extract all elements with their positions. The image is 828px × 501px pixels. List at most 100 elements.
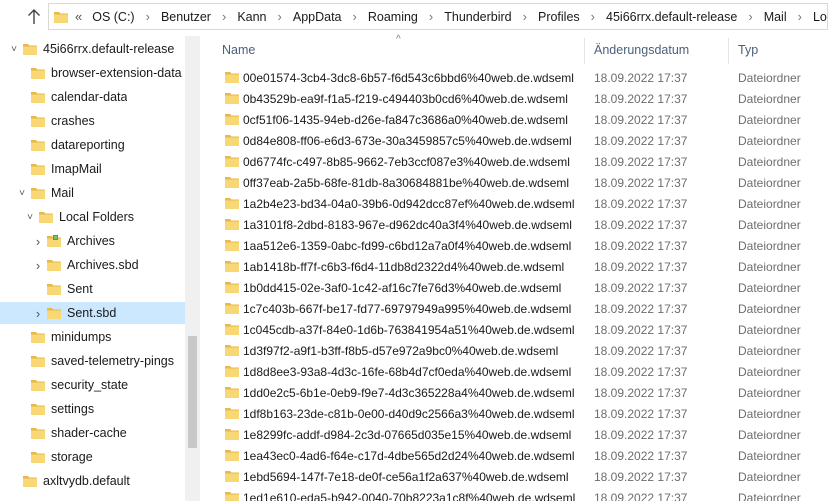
tree-item[interactable]: minidumps — [0, 326, 185, 348]
breadcrumb-item[interactable]: Benutzer — [157, 10, 215, 24]
column-header-type[interactable]: Typ — [738, 43, 758, 57]
chevron-right-icon[interactable]: › — [32, 254, 44, 276]
tree-item[interactable]: › Archives.sbd — [0, 254, 185, 276]
file-row[interactable]: 1e8299fc-addf-d984-2c3d-07665d035e15%40w… — [200, 424, 828, 445]
file-row[interactable]: 1aa512e6-1359-0abc-fd99-c6bd12a7a0f4%40w… — [200, 235, 828, 256]
folder-icon — [31, 188, 45, 199]
tree-item[interactable]: ˅ 45i66rrx.default-release — [0, 38, 185, 60]
tree-item-label: Archives — [67, 234, 115, 248]
address-bar[interactable]: « OS (C:) › Benutzer › Kann › AppData › Roaming ›… — [48, 3, 828, 30]
breadcrumb-item[interactable]: Roaming — [364, 10, 422, 24]
tree-item[interactable]: shader-cache — [0, 422, 185, 444]
tree-item[interactable]: settings — [0, 398, 185, 420]
tree-item[interactable]: ImapMail — [0, 158, 185, 180]
file-type: Dateiordner — [738, 385, 801, 400]
file-row[interactable]: 1ed1e610-eda5-b942-0040-70b8223a1c8f%40w… — [200, 487, 828, 501]
tree-item[interactable]: security_state — [0, 374, 185, 396]
tree-item[interactable]: Sent — [0, 278, 185, 300]
breadcrumb-overflow[interactable]: « — [75, 9, 82, 24]
tree-item-label: browser-extension-data — [51, 66, 182, 80]
chevron-right-icon[interactable]: › — [32, 302, 44, 324]
chevron-right-icon[interactable]: › — [32, 230, 44, 252]
breadcrumb-item[interactable]: Kann — [233, 10, 270, 24]
chevron-right-icon[interactable]: › — [516, 9, 534, 24]
file-row[interactable]: 0cf51f06-1435-94eb-d26e-fa847c3686a0%40w… — [200, 109, 828, 130]
breadcrumb-item[interactable]: Local Folders — [809, 10, 827, 24]
chevron-right-icon[interactable]: › — [346, 9, 364, 24]
breadcrumb-item[interactable]: Profiles — [534, 10, 584, 24]
file-type: Dateiordner — [738, 112, 801, 127]
tree-item[interactable]: ˅ Local Folders — [0, 206, 185, 228]
file-type: Dateiordner — [738, 196, 801, 211]
tree-item[interactable]: ˅ Mail — [0, 182, 185, 204]
file-row[interactable]: 1d8d8ee3-93a8-4d3c-16fe-68b4d7cf0eda%40w… — [200, 361, 828, 382]
chevron-down-icon[interactable]: ˅ — [24, 206, 36, 228]
file-row[interactable]: 1ab1418b-ff7f-c6b3-f6d4-11db8d2322d4%40w… — [200, 256, 828, 277]
file-row[interactable]: 1c045cdb-a37f-84e0-1d6b-763841954a51%40w… — [200, 319, 828, 340]
file-row[interactable]: 1a3101f8-2dbd-8183-967e-d962dc40a3f4%40w… — [200, 214, 828, 235]
folder-icon — [225, 198, 239, 209]
folder-icon — [47, 284, 61, 295]
chevron-down-icon[interactable]: ˅ — [8, 38, 20, 60]
folder-icon — [225, 450, 239, 461]
file-date: 18.09.2022 17:37 — [594, 70, 688, 85]
folder-icon — [31, 428, 45, 439]
file-row[interactable]: 1ea43ec0-4ad6-f64e-c17d-4dbe565d2d24%40w… — [200, 445, 828, 466]
folder-icon — [225, 114, 239, 125]
file-type: Dateiordner — [738, 280, 801, 295]
tree-item[interactable]: browser-extension-data — [0, 62, 185, 84]
file-row[interactable]: 1a2b4e23-bd34-04a0-39b6-0d942dcc87ef%40w… — [200, 193, 828, 214]
file-name: 1ea43ec0-4ad6-f64e-c17d-4dbe565d2d24%40w… — [243, 448, 575, 463]
breadcrumb-item[interactable]: 45i66rrx.default-release — [602, 10, 741, 24]
chevron-right-icon[interactable]: › — [791, 9, 809, 24]
column-divider[interactable] — [584, 38, 585, 64]
file-row[interactable]: 0ff37eab-2a5b-68fe-81db-8a30684881be%40w… — [200, 172, 828, 193]
chevron-down-icon[interactable]: ˅ — [16, 182, 28, 204]
file-name: 0cf51f06-1435-94eb-d26e-fa847c3686a0%40w… — [243, 112, 568, 127]
breadcrumb-item[interactable]: Thunderbird — [440, 10, 515, 24]
chevron-right-icon[interactable]: › — [215, 9, 233, 24]
folder-icon — [31, 452, 45, 463]
file-name: 1dd0e2c5-6b1e-0eb9-f9e7-4d3c365228a4%40w… — [243, 385, 575, 400]
column-divider[interactable] — [728, 38, 729, 64]
column-header-name[interactable]: Name — [222, 43, 255, 57]
tree-scrollbar-thumb[interactable] — [188, 336, 197, 448]
tree-item[interactable]: › Sent.sbd — [0, 302, 185, 324]
breadcrumb-item[interactable]: OS (C:) — [88, 10, 138, 24]
file-row[interactable]: 0d6774fc-c497-8b85-9662-7eb3ccf087e3%40w… — [200, 151, 828, 172]
breadcrumb-item[interactable]: Mail — [760, 10, 791, 24]
up-arrow-icon[interactable] — [24, 6, 44, 28]
file-row[interactable]: 1df8b163-23de-c81b-0e00-d40d9c2566a3%40w… — [200, 403, 828, 424]
tree-item[interactable]: axltvydb.default — [0, 470, 185, 492]
column-header-date[interactable]: Änderungsdatum — [594, 43, 689, 57]
chevron-right-icon[interactable]: › — [271, 9, 289, 24]
tree-item[interactable]: calendar-data — [0, 86, 185, 108]
folder-icon — [225, 219, 239, 230]
file-row[interactable]: 1ebd5694-147f-7e18-de0f-ce56a1f2a637%40w… — [200, 466, 828, 487]
file-date: 18.09.2022 17:37 — [594, 427, 688, 442]
chevron-right-icon[interactable]: › — [422, 9, 440, 24]
chevron-right-icon[interactable]: › — [741, 9, 759, 24]
tree-scrollbar[interactable] — [185, 36, 200, 501]
file-row[interactable]: 0b43529b-ea9f-f1a5-f219-c494403b0cd6%40w… — [200, 88, 828, 109]
file-row[interactable]: 00e01574-3cb4-3dc8-6b57-f6d543c6bbd6%40w… — [200, 67, 828, 88]
chevron-right-icon[interactable]: › — [584, 9, 602, 24]
folder-icon — [47, 308, 61, 319]
file-name: 0d6774fc-c497-8b85-9662-7eb3ccf087e3%40w… — [243, 154, 570, 169]
file-row[interactable]: 1c7c403b-667f-be17-fd77-69797949a995%40w… — [200, 298, 828, 319]
file-row[interactable]: 1dd0e2c5-6b1e-0eb9-f9e7-4d3c365228a4%40w… — [200, 382, 828, 403]
file-row[interactable]: 1b0dd415-02e-3af0-1c42-af16c7fe76d3%40we… — [200, 277, 828, 298]
tree-item[interactable]: › Archives — [0, 230, 185, 252]
tree-item[interactable]: saved-telemetry-pings — [0, 350, 185, 372]
file-date: 18.09.2022 17:37 — [594, 154, 688, 169]
file-row[interactable]: 1d3f97f2-a9f1-b3ff-f8b5-d57e972a9bc0%40w… — [200, 340, 828, 361]
chevron-right-icon[interactable]: › — [139, 9, 157, 24]
breadcrumb-item[interactable]: AppData — [289, 10, 346, 24]
file-row[interactable]: 0d84e808-ff06-e6d3-673e-30a3459857c5%40w… — [200, 130, 828, 151]
folder-icon — [31, 404, 45, 415]
tree-item[interactable]: crashes — [0, 110, 185, 132]
tree-item[interactable]: storage — [0, 446, 185, 468]
tree-item[interactable]: datareporting — [0, 134, 185, 156]
